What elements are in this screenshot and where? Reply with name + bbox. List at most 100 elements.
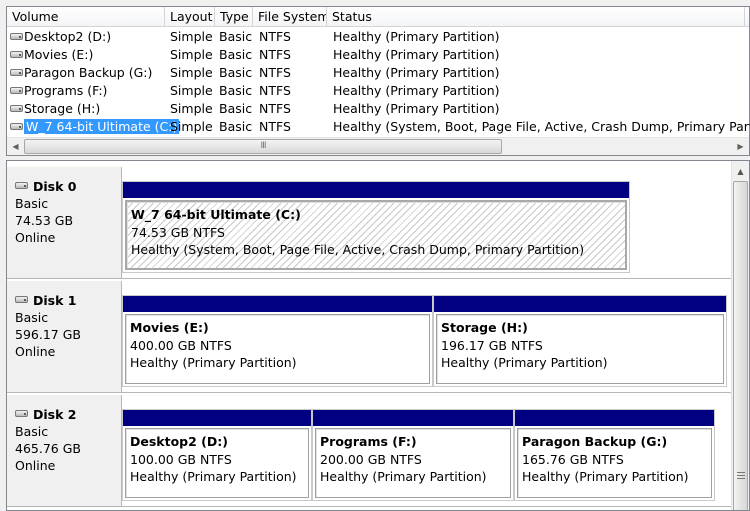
partition-bar <box>515 410 714 426</box>
partition-body[interactable]: Desktop2 (D:) 100.00 GB NTFS Healthy (Prim… <box>125 428 309 498</box>
partition-name: Paragon Backup (G:) <box>522 434 668 449</box>
volume-name: Movies (E:) <box>24 47 94 62</box>
partition-size: 196.17 GB NTFS <box>441 337 543 353</box>
vertical-scroll-thumb[interactable] <box>733 181 748 510</box>
partition-name: Desktop2 (D:) <box>130 434 228 449</box>
volume-list[interactable]: Volume Layout Type File System Status De… <box>6 6 750 156</box>
volume-cell-layout: Simple <box>170 119 213 134</box>
volume-cell-type: Basic <box>219 83 253 98</box>
partition[interactable]: Movies (E:) 400.00 GB NTFS Healthy (Primar… <box>122 295 433 387</box>
disk-type: Basic <box>15 196 49 211</box>
partition-body[interactable]: Programs (F:) 200.00 GB NTFS Healthy (Prim… <box>315 428 511 498</box>
partition[interactable]: Programs (F:) 200.00 GB NTFS Healthy (Prim… <box>312 409 514 501</box>
partition-status: Healthy (Primary Partition) <box>441 355 608 370</box>
disk-icon <box>15 182 28 189</box>
volume-name: Paragon Backup (G:) <box>24 65 153 80</box>
disk-name: Disk 2 <box>15 406 121 423</box>
volume-cell-type: Basic <box>219 65 253 80</box>
drive-icon <box>10 123 23 130</box>
volume-cell-volume: Paragon Backup (G:) <box>7 64 152 82</box>
volume-cell-status: Healthy (Primary Partition) <box>333 83 500 98</box>
column-header-volume[interactable]: Volume <box>7 7 165 27</box>
partition-size: 400.00 GB NTFS <box>130 337 232 353</box>
partition-name: Movies (E:) <box>130 320 209 335</box>
column-header-type[interactable]: Type <box>215 7 253 27</box>
volume-cell-fs: NTFS <box>259 47 291 62</box>
disk-type: Basic <box>15 424 49 439</box>
drive-icon <box>10 51 23 58</box>
vertical-scrollbar[interactable]: ▲ <box>731 161 749 510</box>
volume-row[interactable]: Paragon Backup (G:) Simple Basic NTFS Health… <box>7 64 749 82</box>
volume-cell-status: Healthy (Primary Partition) <box>333 65 500 80</box>
volume-row[interactable]: Movies (E:) Simple Basic NTFS Healthy (Prima… <box>7 46 749 64</box>
volume-cell-layout: Simple <box>170 101 213 116</box>
partition-body[interactable]: Storage (H:) 196.17 GB NTFS Healthy (Prima… <box>436 314 724 384</box>
volume-cell-fs: NTFS <box>259 83 291 98</box>
partition-bar <box>313 410 513 426</box>
disk-row: Disk 2 Basic 465.76 GB Online Desktop2 (D:) 1… <box>7 395 731 507</box>
disk-name-text: Disk 0 <box>33 179 77 194</box>
column-header-file-system[interactable]: File System <box>253 7 327 27</box>
scroll-left-button[interactable]: ◀ <box>7 138 24 155</box>
volume-cell-volume: W_7 64-bit Ultimate (C:) <box>7 118 180 136</box>
volume-row[interactable]: Storage (H:) Simple Basic NTFS Healthy (Prim… <box>7 100 749 118</box>
partition-status: Healthy (Primary Partition) <box>522 469 689 484</box>
partition-bar <box>434 296 726 312</box>
horizontal-scrollbar[interactable]: ◀ III ▶ <box>7 137 749 155</box>
volume-cell-layout: Simple <box>170 47 213 62</box>
volume-cell-status: Healthy (Primary Partition) <box>333 101 500 116</box>
horizontal-scroll-thumb[interactable]: III <box>24 139 502 154</box>
volume-list-header: Volume Layout Type File System Status <box>7 7 749 27</box>
scroll-up-button[interactable]: ▲ <box>732 163 749 180</box>
volume-name: Programs (F:) <box>24 83 108 98</box>
disk-size: 596.17 GB <box>15 327 81 342</box>
volume-name: W_7 64-bit Ultimate (C:) <box>24 119 180 134</box>
volume-cell-volume: Movies (E:) <box>7 46 93 64</box>
partition-name: W_7 64-bit Ultimate (C:) <box>131 207 301 222</box>
partition-size: 74.53 GB NTFS <box>131 224 225 240</box>
volume-cell-status: Healthy (Primary Partition) <box>333 29 500 44</box>
volume-cell-volume: Programs (F:) <box>7 82 107 100</box>
column-header-status[interactable]: Status <box>327 7 745 27</box>
partition-size: 165.76 GB NTFS <box>522 451 624 467</box>
partition-body[interactable]: Movies (E:) 400.00 GB NTFS Healthy (Primar… <box>125 314 430 384</box>
partition-status: Healthy (Primary Partition) <box>320 469 487 484</box>
partition-body[interactable]: Paragon Backup (G:) 165.76 GB NTFS Healthy… <box>517 428 712 498</box>
disk-type: Basic <box>15 310 49 325</box>
disk-row: Disk 0 Basic 74.53 GB Online W_7 64-bit Ulti… <box>7 167 731 279</box>
volume-cell-type: Basic <box>219 47 253 62</box>
partition[interactable]: W_7 64-bit Ultimate (C:) 74.53 GB NTFS Hea… <box>122 181 630 273</box>
disk-size: 465.76 GB <box>15 441 81 456</box>
disk-name-text: Disk 2 <box>33 407 77 422</box>
column-header-layout[interactable]: Layout <box>165 7 215 27</box>
partition-status: Healthy (System, Boot, Page File, Active… <box>131 242 585 257</box>
partition-size: 200.00 GB NTFS <box>320 451 422 467</box>
partition[interactable]: Paragon Backup (G:) 165.76 GB NTFS Healthy… <box>514 409 715 501</box>
disk-info[interactable]: Disk 2 Basic 465.76 GB Online <box>7 395 122 506</box>
volume-name: Desktop2 (D:) <box>24 29 112 44</box>
partition-status: Healthy (Primary Partition) <box>130 355 297 370</box>
partition-status: Healthy (Primary Partition) <box>130 469 297 484</box>
volume-row[interactable]: W_7 64-bit Ultimate (C:) Simple Basic NTFS H… <box>7 118 750 136</box>
volume-cell-status: Healthy (System, Boot, Page File, Active… <box>333 119 750 134</box>
volume-cell-type: Basic <box>219 119 253 134</box>
partition[interactable]: Desktop2 (D:) 100.00 GB NTFS Healthy (Prim… <box>122 409 312 501</box>
partition-body[interactable]: W_7 64-bit Ultimate (C:) 74.53 GB NTFS Hea… <box>125 200 627 270</box>
partition-size: 100.00 GB NTFS <box>130 451 232 467</box>
disk-row: Disk 1 Basic 596.17 GB Online Movies (E:) 400… <box>7 281 731 393</box>
disk-info[interactable]: Disk 1 Basic 596.17 GB Online <box>7 281 122 392</box>
disk-map: Disk 0 Basic 74.53 GB Online W_7 64-bit Ulti… <box>6 160 750 511</box>
scroll-right-button[interactable]: ▶ <box>732 138 749 155</box>
volume-cell-fs: NTFS <box>259 29 291 44</box>
volume-row[interactable]: Desktop2 (D:) Simple Basic NTFS Healthy (Pri… <box>7 28 749 46</box>
disk-info[interactable]: Disk 0 Basic 74.53 GB Online <box>7 167 122 278</box>
partition[interactable]: Storage (H:) 196.17 GB NTFS Healthy (Prima… <box>433 295 727 387</box>
partition-bar <box>123 410 311 426</box>
volume-cell-volume: Desktop2 (D:) <box>7 28 111 46</box>
partition-name: Storage (H:) <box>441 320 528 335</box>
volume-row[interactable]: Programs (F:) Simple Basic NTFS Healthy (Pri… <box>7 82 749 100</box>
disk-state: Online <box>15 230 56 245</box>
disk-size: 74.53 GB <box>15 213 74 228</box>
partition-bar <box>123 182 629 198</box>
volume-cell-volume: Storage (H:) <box>7 100 100 118</box>
